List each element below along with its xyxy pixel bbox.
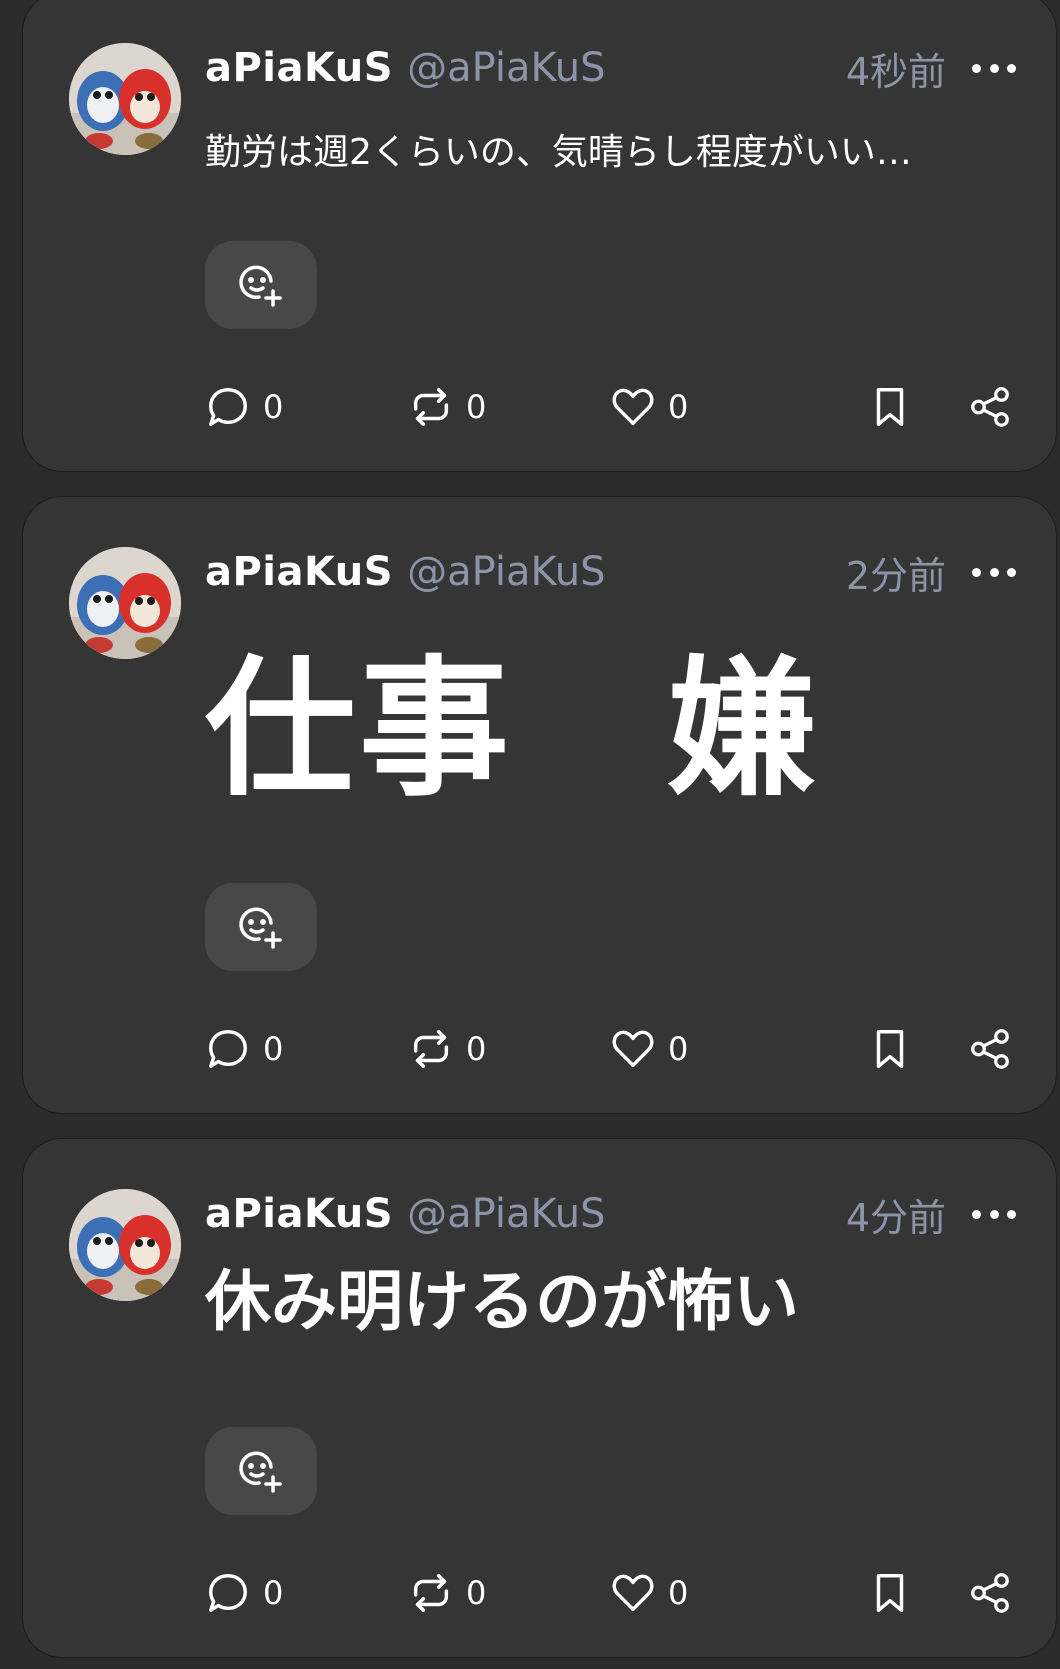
- add-reaction-button[interactable]: [205, 1427, 317, 1515]
- display-name[interactable]: aPiaKuS: [205, 45, 393, 91]
- reply-count: 0: [263, 388, 284, 426]
- repost-icon: [413, 1574, 449, 1612]
- post-header: aPiaKuS @aPiaKuS 4秒前: [205, 41, 1016, 96]
- like-button[interactable]: 0: [610, 1025, 688, 1073]
- share-icon: [971, 1029, 1009, 1069]
- user-handle[interactable]: @aPiaKuS: [407, 1191, 605, 1237]
- bookmark-icon: [876, 388, 904, 426]
- reply-count: 0: [263, 1574, 284, 1612]
- user-handle[interactable]: @aPiaKuS: [407, 45, 605, 91]
- post-header: aPiaKuS @aPiaKuS 2分前: [205, 545, 1016, 600]
- user-avatar[interactable]: [69, 1189, 181, 1301]
- post-card[interactable]: aPiaKuS @aPiaKuS 2分前 仕事 嫌 0 0 0: [22, 496, 1057, 1114]
- bookmark-button[interactable]: [867, 383, 913, 431]
- post-text: 休み明けるのが怖い: [205, 1262, 799, 1340]
- post-text: 仕事 嫌: [205, 649, 822, 809]
- user-avatar[interactable]: [69, 547, 181, 659]
- reply-button[interactable]: 0: [205, 383, 283, 431]
- post-timestamp[interactable]: 2分前: [846, 545, 946, 600]
- like-count: 0: [668, 1030, 689, 1068]
- more-icon[interactable]: [972, 58, 1016, 78]
- share-button[interactable]: [967, 383, 1013, 431]
- heart-icon: [612, 1030, 654, 1068]
- reply-bubble-icon: [209, 1030, 247, 1068]
- like-count: 0: [668, 388, 689, 426]
- display-name[interactable]: aPiaKuS: [205, 549, 393, 595]
- user-avatar[interactable]: [69, 43, 181, 155]
- reply-bubble-icon: [209, 388, 247, 426]
- reply-bubble-icon: [209, 1574, 247, 1612]
- post-timestamp[interactable]: 4秒前: [846, 41, 946, 96]
- emoji-add-icon: [239, 265, 282, 307]
- post-timestamp[interactable]: 4分前: [846, 1187, 946, 1242]
- more-icon[interactable]: [972, 1204, 1016, 1224]
- share-icon: [971, 387, 1009, 427]
- add-reaction-button[interactable]: [205, 883, 317, 971]
- bookmark-button[interactable]: [867, 1025, 913, 1073]
- renote-count: 0: [466, 1574, 487, 1612]
- renote-button[interactable]: 0: [408, 383, 486, 431]
- like-button[interactable]: 0: [610, 1569, 688, 1617]
- renote-count: 0: [466, 1030, 487, 1068]
- share-button[interactable]: [967, 1025, 1013, 1073]
- heart-icon: [612, 1574, 654, 1612]
- post-card[interactable]: aPiaKuS @aPiaKuS 4分前 休み明けるのが怖い 0 0 0: [22, 1138, 1057, 1658]
- like-button[interactable]: 0: [610, 383, 688, 431]
- reply-count: 0: [263, 1030, 284, 1068]
- post-text: 勤労は週2くらいの、気晴らし程度がいい…: [205, 132, 912, 173]
- like-count: 0: [668, 1574, 689, 1612]
- user-handle[interactable]: @aPiaKuS: [407, 549, 605, 595]
- emoji-add-icon: [239, 1451, 282, 1493]
- post-actions: 0 0 0: [205, 1569, 1016, 1617]
- reply-button[interactable]: 0: [205, 1025, 283, 1073]
- bookmark-button[interactable]: [867, 1569, 913, 1617]
- post-header: aPiaKuS @aPiaKuS 4分前: [205, 1187, 1016, 1242]
- post-actions: 0 0 0: [205, 383, 1016, 431]
- heart-icon: [612, 388, 654, 426]
- reply-button[interactable]: 0: [205, 1569, 283, 1617]
- repost-icon: [413, 388, 449, 426]
- renote-count: 0: [466, 388, 487, 426]
- bookmark-icon: [876, 1030, 904, 1068]
- renote-button[interactable]: 0: [408, 1569, 486, 1617]
- bookmark-icon: [876, 1574, 904, 1612]
- add-reaction-button[interactable]: [205, 241, 317, 329]
- post-actions: 0 0 0: [205, 1025, 1016, 1073]
- renote-button[interactable]: 0: [408, 1025, 486, 1073]
- share-icon: [971, 1573, 1009, 1613]
- emoji-add-icon: [239, 907, 282, 949]
- post-card[interactable]: aPiaKuS @aPiaKuS 4秒前 勤労は週2くらいの、気晴らし程度がいい…: [22, 0, 1057, 472]
- share-button[interactable]: [967, 1569, 1013, 1617]
- repost-icon: [413, 1030, 449, 1068]
- display-name[interactable]: aPiaKuS: [205, 1191, 393, 1237]
- more-icon[interactable]: [972, 562, 1016, 582]
